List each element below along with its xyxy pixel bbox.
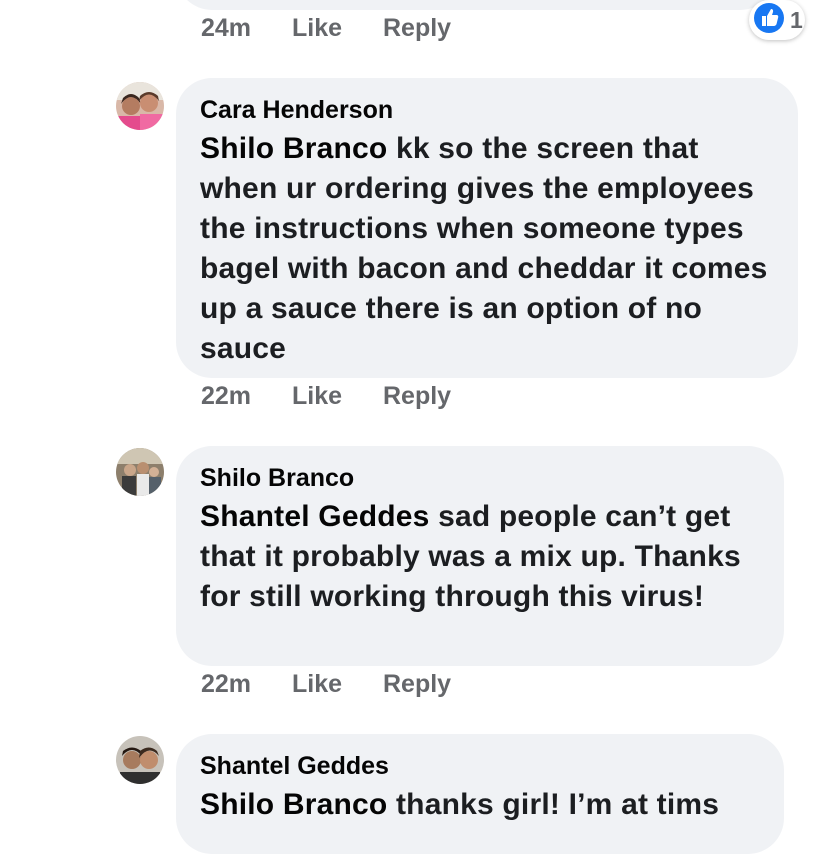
reply-button[interactable]: Reply [383, 14, 451, 43]
avatar[interactable] [116, 448, 164, 496]
avatar[interactable] [116, 82, 164, 130]
comment-timestamp[interactable]: 22m [201, 382, 292, 411]
comment-text: Shilo Branco thanks girl! I’m at tims [200, 785, 760, 825]
previous-comment-actions: 24m Like Reply [201, 14, 451, 43]
comment-text: Shantel Geddes sad people can’t get that… [200, 497, 760, 617]
comment-bubble: Shilo Branco Shantel Geddes sad people c… [176, 446, 784, 666]
reaction-summary[interactable]: 1 [749, 0, 805, 40]
mention-link[interactable]: Shantel Geddes [200, 500, 430, 533]
comment-timestamp[interactable]: 22m [201, 670, 292, 699]
comment-bubble: Shantel Geddes Shilo Branco thanks girl!… [176, 734, 784, 854]
comment-bubble: Cara Henderson Shilo Branco kk so the sc… [176, 78, 798, 378]
comment-timestamp[interactable]: 24m [201, 14, 292, 43]
avatar[interactable] [116, 736, 164, 784]
like-button[interactable]: Like [292, 14, 383, 43]
comment-text: Shilo Branco kk so the screen that when … [200, 129, 774, 369]
mention-link[interactable]: Shilo Branco [200, 788, 387, 821]
thumbs-up-icon [752, 1, 786, 40]
reply-button[interactable]: Reply [383, 382, 451, 411]
comment-body: kk so the screen that when ur ordering g… [200, 132, 768, 365]
like-button[interactable]: Like [292, 670, 383, 699]
reaction-count: 1 [790, 6, 803, 33]
comment-author[interactable]: Shilo Branco [200, 461, 760, 495]
mention-link[interactable]: Shilo Branco [200, 132, 387, 165]
reply-button[interactable]: Reply [383, 670, 451, 699]
previous-comment-bubble [176, 0, 776, 10]
like-button[interactable]: Like [292, 382, 383, 411]
comment-author[interactable]: Cara Henderson [200, 93, 774, 127]
comment-body: thanks girl! I’m at tims [387, 788, 720, 821]
comment-author[interactable]: Shantel Geddes [200, 749, 760, 783]
comment-actions: 22m Like Reply [201, 382, 451, 411]
comment-actions: 22m Like Reply [201, 670, 451, 699]
